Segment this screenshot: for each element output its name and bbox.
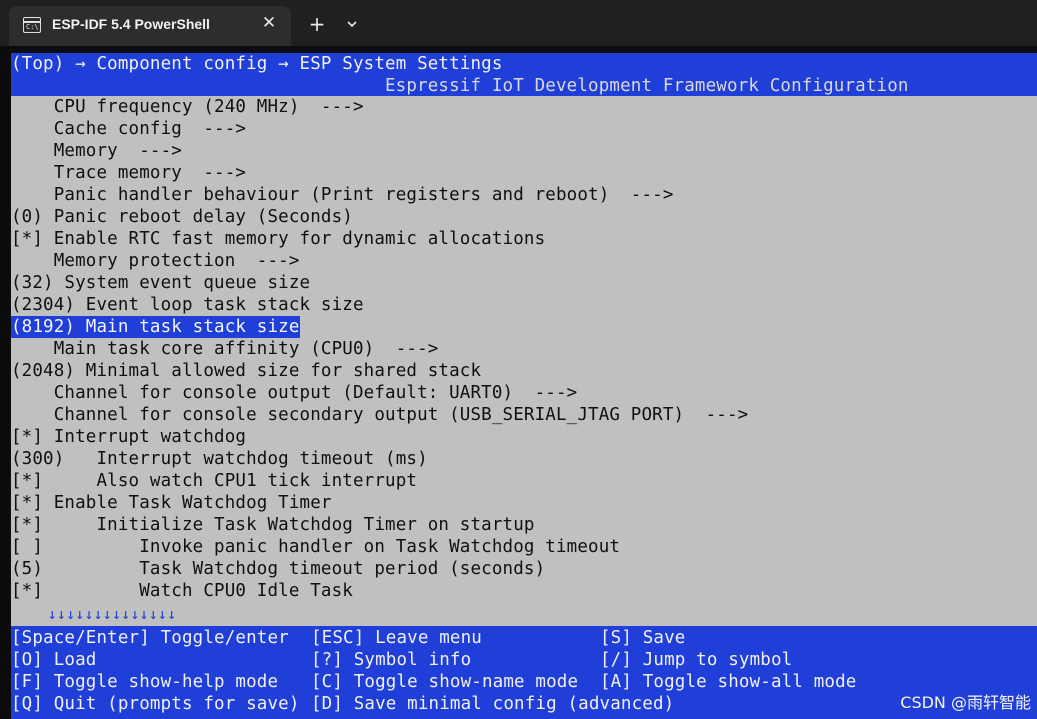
menu-item-shared-stack[interactable]: (2048) Minimal allowed size for shared s… [11,360,481,382]
help-save-minimal: [D] Save minimal config (advanced) [311,694,675,714]
window-title-bar: C:\ ESP-IDF 5.4 PowerShell ✕ + [0,0,1037,46]
new-tab-icon[interactable]: + [306,13,328,35]
menu-item-watch-cpu1-tick[interactable]: [*] Also watch CPU1 tick interrupt [11,470,417,492]
help-leave-menu: [ESC] Leave menu [311,628,482,648]
help-toggle-enter: [Space/Enter] Toggle/enter [11,628,289,648]
help-jump-symbol: [/] Jump to symbol [600,650,793,670]
menu-item-cpu-frequency[interactable]: CPU frequency (240 MHz) ---> [11,96,364,118]
menu-item-memory[interactable]: Memory ---> [11,140,182,162]
menu-item-event-loop-stack[interactable]: (2304) Event loop task stack size [11,294,364,316]
help-show-help: [F] Toggle show-help mode [11,672,279,692]
help-bar: [Space/Enter] Toggle/enter [O] Load [F] … [11,626,1037,719]
menu-item-console-secondary[interactable]: Channel for console secondary output (US… [11,404,748,426]
menu-item-console-output[interactable]: Channel for console output (Default: UAR… [11,382,577,404]
menu-item-main-task-affinity[interactable]: Main task core affinity (CPU0) ---> [11,338,439,360]
menu-item-watch-cpu0-idle[interactable]: [*] Watch CPU0 Idle Task [11,580,353,602]
menu-item-interrupt-watchdog[interactable]: [*] Interrupt watchdog [11,426,246,448]
help-load: [O] Load [11,650,97,670]
close-tab-icon[interactable]: ✕ [258,12,280,34]
help-symbol-info: [?] Symbol info [311,650,472,670]
help-show-name: [C] Toggle show-name mode [311,672,579,692]
chevron-down-icon[interactable] [342,14,362,34]
config-header-title: Espressif IoT Development Framework Conf… [385,76,909,96]
help-quit: [Q] Quit (prompts for save) [11,694,300,714]
watermark: CSDN @雨轩智能 [900,693,1031,712]
help-show-all: [A] Toggle show-all mode [600,672,857,692]
menu-item-trace-memory[interactable]: Trace memory ---> [11,162,246,184]
menu-item-task-watchdog[interactable]: [*] Enable Task Watchdog Timer [11,492,332,514]
menu-item-rtc-fast-memory[interactable]: [*] Enable RTC fast memory for dynamic a… [11,228,545,250]
breadcrumb-bar: (Top) → Component config → ESP System Se… [11,53,1037,75]
menu-item-twdt-init[interactable]: [*] Initialize Task Watchdog Timer on st… [11,514,535,536]
menu-item-cache-config[interactable]: Cache config ---> [11,118,246,140]
tab-title: ESP-IDF 5.4 PowerShell [52,16,210,32]
menu-item-twdt-panic[interactable]: [ ] Invoke panic handler on Task Watchdo… [11,536,620,558]
menu-item-twdt-timeout[interactable]: (5) Task Watchdog timeout period (second… [11,558,545,580]
menu-item-event-queue-size[interactable]: (32) System event queue size [11,272,310,294]
terminal-icon: C:\ [23,17,41,33]
scroll-down-indicator: ↓↓↓↓↓↓↓↓↓↓↓↓↓↓ [11,605,177,623]
menu-list[interactable]: CPU frequency (240 MHz) ---> Cache confi… [11,96,1037,626]
menu-item-int-wdt-timeout[interactable]: (300) Interrupt watchdog timeout (ms) [11,448,428,470]
menu-item-memory-protection[interactable]: Memory protection ---> [11,250,300,272]
help-save: [S] Save [600,628,686,648]
menu-item-panic-reboot-delay[interactable]: (0) Panic reboot delay (Seconds) [11,206,353,228]
menu-item-panic-handler[interactable]: Panic handler behaviour (Print registers… [11,184,674,206]
breadcrumb: (Top) → Component config → ESP System Se… [11,54,503,74]
menu-item-main-task-stack[interactable]: (8192) Main task stack size [11,316,300,338]
header-bar: Espressif IoT Development Framework Conf… [11,75,1037,96]
terminal-tab[interactable]: C:\ ESP-IDF 5.4 PowerShell ✕ [9,6,291,46]
